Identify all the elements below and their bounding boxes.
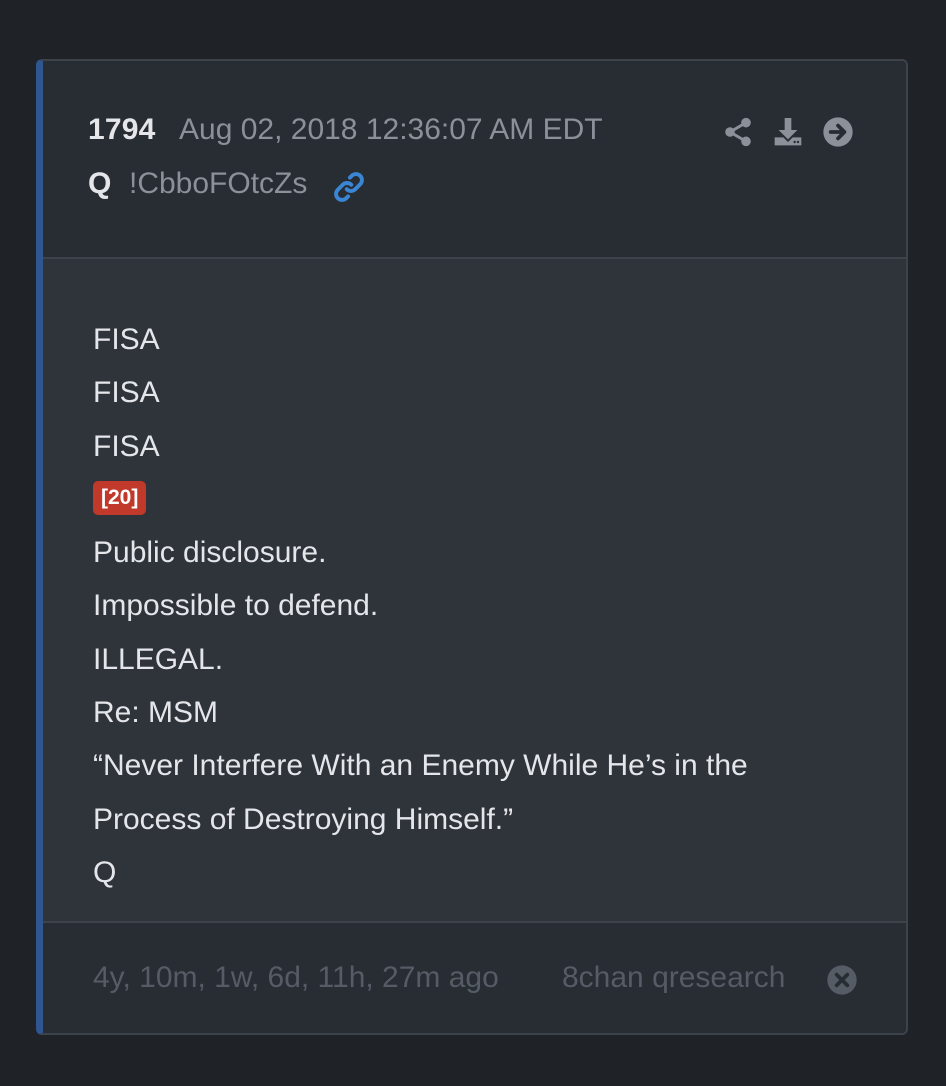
post-line: FISA	[93, 323, 160, 356]
post-author: Q	[88, 167, 112, 200]
close-circle-icon[interactable]	[826, 964, 858, 996]
link-icon[interactable]	[331, 169, 367, 205]
post-actions	[722, 115, 854, 149]
source-board[interactable]: 8chan qresearch	[562, 961, 785, 995]
post-line: Re: MSM	[93, 696, 219, 730]
arrow-right-circle-icon[interactable]	[822, 115, 854, 149]
post-line: Public disclosure.	[93, 536, 327, 570]
elapsed-time: 4y, 10m, 1w, 6d, 11h, 27m ago	[93, 961, 499, 994]
post-tripcode: !CbboFOtcZs	[129, 167, 308, 200]
post-footer: 4y, 10m, 1w, 6d, 11h, 27m ago 8chan qres…	[43, 923, 906, 1033]
post-line: Impossible to defend.	[93, 589, 379, 623]
post-header: 1794 Aug 02, 2018 12:36:07 AM EDT Q !Cbb…	[43, 61, 906, 259]
post-body: FISA FISA FISA [20] Public disclosure. I…	[43, 259, 906, 923]
post-line: Q	[93, 855, 117, 889]
reference-badge[interactable]: [20]	[93, 480, 147, 515]
post-line-badge: [20]	[93, 473, 748, 526]
post-number: 1794	[88, 113, 156, 146]
share-icon[interactable]	[722, 115, 754, 149]
download-icon[interactable]	[772, 115, 804, 149]
post-line: FISA	[93, 376, 160, 410]
post-line: “Never Interfere With an Enemy While He’…	[93, 749, 748, 783]
post-card: 1794 Aug 02, 2018 12:36:07 AM EDT Q !Cbb…	[36, 59, 908, 1035]
post-text: FISA FISA FISA [20] Public disclosure. I…	[93, 313, 748, 899]
post-line: Process of Destroying Himself.”	[93, 802, 514, 836]
post-line: ILLEGAL.	[93, 642, 224, 676]
post-date: Aug 02, 2018 12:36:07 AM EDT	[179, 113, 603, 146]
post-line: FISA	[93, 429, 160, 463]
